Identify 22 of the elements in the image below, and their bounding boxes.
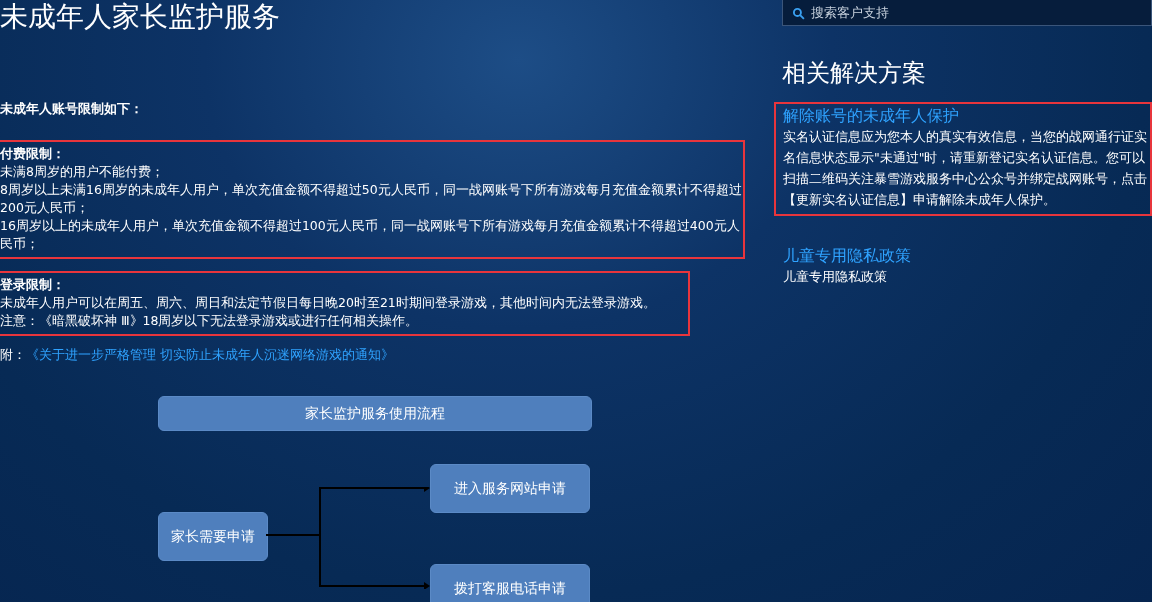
rule-text: 未成年人用户可以在周五、周六、周日和法定节假日每日晚20时至21时期间登录游戏，其他时间内无法登录游戏。 — [0, 294, 657, 312]
solution-link[interactable]: 解除账号的未成年人保护 — [783, 106, 1148, 126]
appendix-label: 附： — [0, 346, 26, 364]
flow-option-node: 拨打客服电话申请 — [430, 564, 590, 602]
section-heading: 付费限制： — [0, 145, 66, 163]
solution-description: 实名认证信息应为您本人的真实有效信息，当您的战网通行证实名信息状态显示"未通过"时，请重新登记实名认证信息。您可以扫描二维码关注暴雪游戏服务中心公众号并绑定战网账号，点击【更新实名认证信息】申请解除未成年人保护。 — [783, 128, 1148, 209]
rule-text: 16周岁以上的未成年人用户，单次充值金额不得超过100元人民币，同一战网账号下所有游戏每月充值金额累计不得超过400元人民币； — [0, 217, 741, 253]
solution-description: 儿童专用隐私政策 — [783, 268, 888, 286]
section-heading: 登录限制： — [0, 276, 66, 294]
rule-text: 注意：《暗黑破坏神 Ⅲ》18周岁以下无法登录游戏或进行任何相关操作。 — [0, 312, 420, 330]
notice-link[interactable]: 《关于进一步严格管理 切实防止未成年人沉迷网络游戏的通知》 — [26, 346, 395, 364]
flow-start-node: 家长需要申请 — [158, 512, 268, 561]
solution-link[interactable]: 儿童专用隐私政策 — [783, 246, 1148, 266]
intro-text: 未成年人账号限制如下： — [0, 100, 144, 118]
flow-option-node: 进入服务网站申请 — [430, 464, 590, 513]
rule-text: 8周岁以上未满16周岁的未成年人用户，单次充值金额不得超过50元人民币，同一战网账号下所有游戏每月充值金额累计不得超过200元人民币； — [0, 181, 743, 217]
flow-title-node: 家长监护服务使用流程 — [158, 396, 592, 431]
rule-text: 未满8周岁的用户不能付费； — [0, 163, 165, 181]
search-field[interactable]: 搜索客户支持 — [782, 0, 1152, 26]
search-icon — [792, 7, 805, 20]
page-title: 未成年人家长监护服务 — [0, 0, 281, 34]
sidebar-heading: 相关解决方案 — [782, 58, 927, 88]
